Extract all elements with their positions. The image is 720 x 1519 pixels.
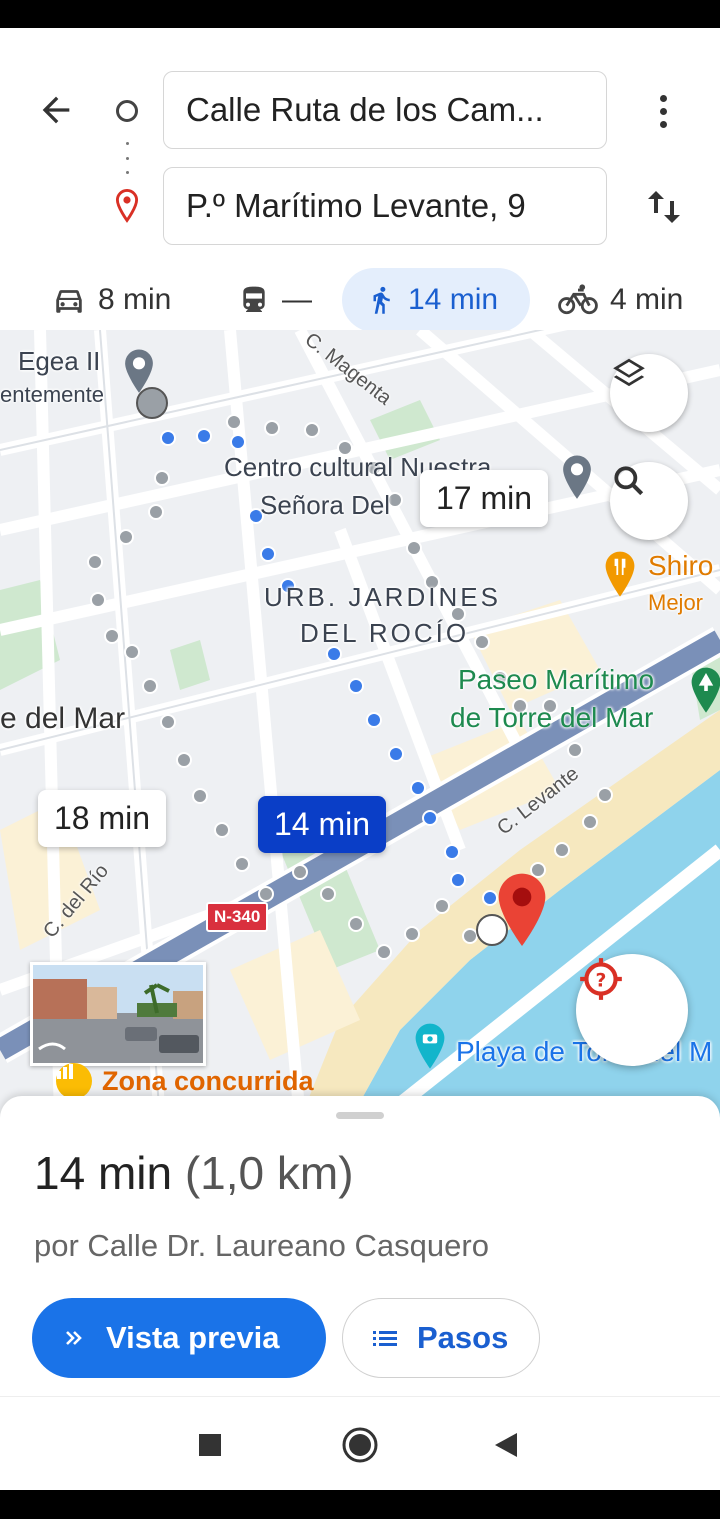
arrow-back-icon <box>42 96 70 124</box>
search-icon <box>614 466 644 496</box>
back-button[interactable] <box>34 88 78 132</box>
destination-marker-icon <box>498 873 546 946</box>
origin-circle-icon <box>116 100 138 122</box>
map-label-egea: Egea II <box>18 346 101 376</box>
map-label-paseo-line2: de Torre del Mar <box>450 702 654 733</box>
destination-field[interactable]: P.º Marítimo Levante, 9 <box>163 167 607 245</box>
steps-button[interactable]: Pasos <box>342 1298 540 1378</box>
search-map-button[interactable] <box>610 462 688 540</box>
map-label-urb-line2: DEL ROCÍO <box>300 618 470 648</box>
street-view-thumbnail[interactable] <box>30 962 206 1066</box>
map-label-paseo-line1: Paseo Marítimo <box>458 664 655 695</box>
swap-icon <box>648 191 680 223</box>
steps-button-label: Pasos <box>417 1320 509 1355</box>
route-bubble-alt1[interactable]: 17 min <box>420 470 549 527</box>
walking-icon <box>373 286 390 314</box>
route-summary-sheet[interactable]: 14 min (1,0 km) por Calle Dr. Laureano C… <box>0 1096 720 1396</box>
route-duration: 14 min <box>34 1147 173 1199</box>
status-bar <box>0 0 720 28</box>
map-label-egea-sub: entemente <box>0 382 104 407</box>
destination-pin-icon <box>112 188 142 224</box>
egea-place-pin-icon <box>125 349 153 393</box>
layers-icon <box>613 358 645 387</box>
route-bubble-selected[interactable]: 14 min <box>258 796 387 853</box>
preview-button[interactable]: Vista previa <box>32 1298 326 1378</box>
route-connector-icon <box>125 142 129 174</box>
svg-text:?: ? <box>596 970 607 991</box>
mode-transit-label: — <box>282 283 312 316</box>
bicycle-icon <box>558 284 598 315</box>
home-button[interactable] <box>340 1425 380 1465</box>
car-icon <box>56 290 82 313</box>
bottom-bezel <box>0 1490 720 1519</box>
recent-apps-button[interactable] <box>190 1425 230 1465</box>
route-duration-distance: 14 min (1,0 km) <box>34 1146 354 1200</box>
busy-area-label: Zona concurrida <box>56 1063 314 1099</box>
mode-car-label: 8 min <box>98 283 172 316</box>
map-label-urb-line1: URB. JARDINES <box>264 582 501 612</box>
beach-pin-icon <box>415 1023 445 1069</box>
route-distance: (1,0 km) <box>184 1147 354 1199</box>
busy-chart-icon <box>56 1063 92 1099</box>
travel-mode-tabs: 8 min — 14 min 4 min <box>0 268 720 338</box>
mode-walk-tab[interactable]: 14 min <box>342 268 530 332</box>
recenter-button[interactable]: ? <box>576 954 688 1066</box>
mode-bike-label: 4 min <box>610 283 684 316</box>
busy-area-text: Zona concurrida <box>102 1065 314 1096</box>
triangle-back-icon <box>495 1433 517 1457</box>
restaurant-pin-icon <box>605 551 635 597</box>
location-target-icon: ? <box>580 958 622 1000</box>
list-icon <box>373 1331 397 1346</box>
sheet-drag-handle[interactable] <box>336 1112 384 1119</box>
highway-shield: N-340 <box>206 902 269 932</box>
circle-home-icon <box>342 1427 378 1463</box>
more-options-button[interactable] <box>640 88 686 134</box>
map-label-del-mar: e del Mar <box>0 702 126 735</box>
route-bubble-alt2[interactable]: 18 min <box>38 790 167 847</box>
centro-cultural-pin-icon <box>563 455 591 499</box>
preview-button-label: Vista previa <box>106 1320 280 1355</box>
mode-car-tab[interactable]: 8 min <box>52 268 171 332</box>
double-chevron-icon <box>66 1331 82 1345</box>
swap-button[interactable] <box>640 183 688 231</box>
directions-header: Calle Ruta de los Cam... P.º Marítimo Le… <box>0 28 720 332</box>
map-label-shiro: Shiro <box>648 550 714 581</box>
route-via: por Calle Dr. Laureano Casquero <box>34 1228 489 1263</box>
mode-walk-label: 14 min <box>408 283 499 316</box>
park-pin-icon <box>691 667 720 713</box>
origin-field[interactable]: Calle Ruta de los Cam... <box>163 71 607 149</box>
square-icon <box>199 1434 221 1456</box>
train-icon <box>243 286 265 312</box>
mode-bike-tab[interactable]: 4 min <box>558 268 683 332</box>
system-nav-bar <box>0 1396 720 1490</box>
map-label-shiro-sub: Mejor <box>648 590 704 615</box>
map-view[interactable]: Egea II entemente Centro cultural Nuestr… <box>0 330 720 1120</box>
mode-transit-tab[interactable]: — <box>238 268 312 332</box>
layers-button[interactable] <box>610 354 688 432</box>
back-nav-button[interactable] <box>486 1425 526 1465</box>
map-label-centro-line2: Señora Del <box>260 490 391 520</box>
